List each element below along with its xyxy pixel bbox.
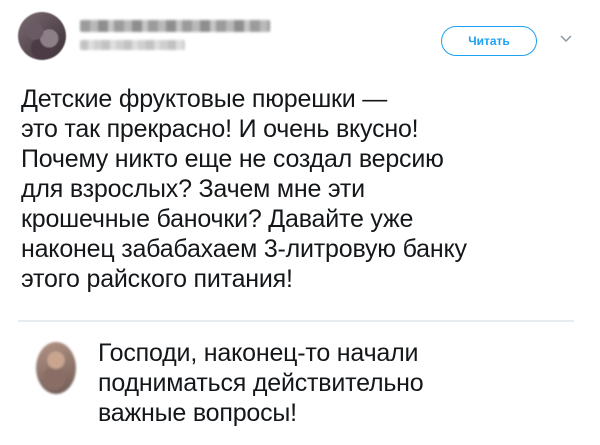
tweet-text: Детские фруктовые пюрешки — это так прек…	[21, 85, 467, 293]
follow-button[interactable]: Читать	[441, 26, 537, 56]
avatar[interactable]	[18, 12, 66, 60]
user-handle-blurred[interactable]	[80, 40, 185, 50]
tweet-card: Читать Детские фруктовые пюрешки — это т…	[0, 0, 600, 320]
reply-text: Господи, наконец-то начали подниматься д…	[98, 339, 424, 427]
user-name-blurred[interactable]	[80, 20, 270, 32]
reply-avatar[interactable]	[36, 342, 76, 394]
reply-card: Господи, наконец-то начали подниматься д…	[0, 322, 600, 445]
chevron-down-icon[interactable]	[560, 33, 572, 45]
follow-button-label: Читать	[468, 34, 510, 48]
